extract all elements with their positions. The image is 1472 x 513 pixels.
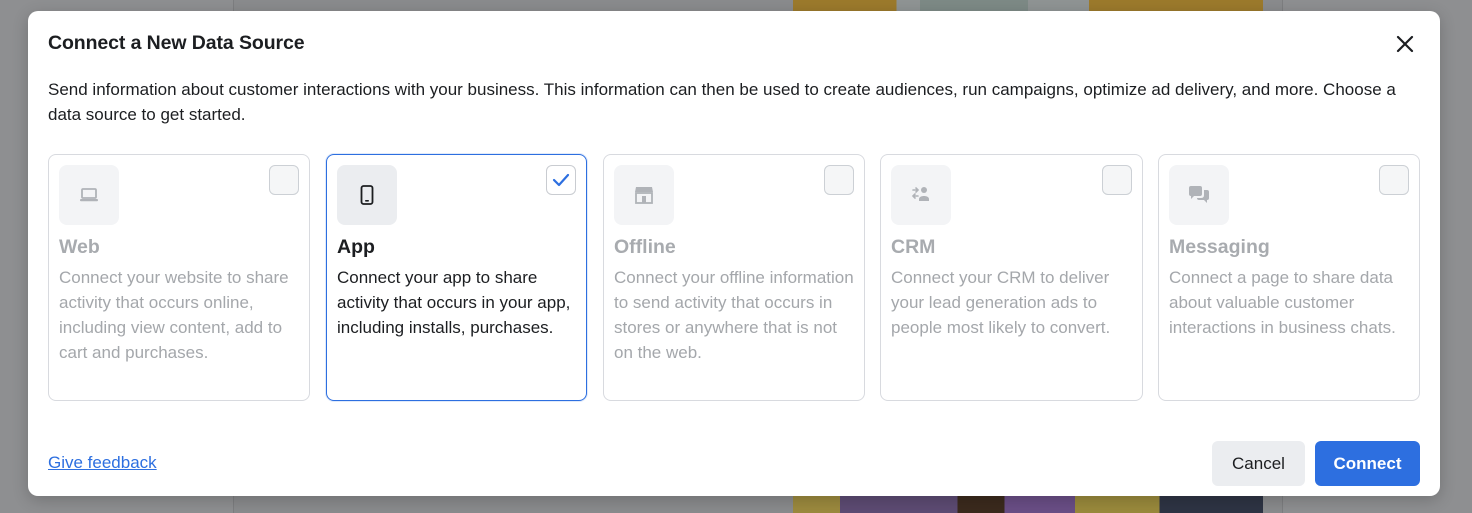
source-title: Offline [614, 236, 676, 258]
source-card-messaging[interactable]: Messaging Connect a page to share data a… [1158, 154, 1420, 401]
checkmark-icon [552, 173, 570, 187]
source-checkbox-crm[interactable] [1102, 165, 1132, 195]
source-title: Web [59, 236, 100, 258]
connect-data-source-dialog: Connect a New Data Source Send informati… [28, 11, 1440, 496]
source-card-app[interactable]: App Connect your app to share activity t… [326, 154, 587, 401]
card-icon-wrapper [59, 165, 119, 225]
dialog-title: Connect a New Data Source [48, 32, 305, 54]
source-description: Connect your CRM to deliver your lead ge… [891, 268, 1111, 337]
card-icon-wrapper [1169, 165, 1229, 225]
chat-bubbles-icon [1189, 186, 1209, 203]
people-sync-icon [911, 187, 929, 201]
source-description: Connect your website to share activity t… [59, 268, 289, 362]
source-description: Connect your app to share activity that … [337, 268, 571, 337]
source-card-offline[interactable]: Offline Connect your offline information… [603, 154, 865, 401]
source-description: Connect a page to share data about valua… [1169, 268, 1396, 337]
close-icon [1396, 35, 1414, 53]
give-feedback-link[interactable]: Give feedback [48, 453, 157, 473]
dialog-intro: Send information about customer interact… [48, 80, 1396, 124]
source-checkbox-offline[interactable] [824, 165, 854, 195]
close-button[interactable] [1390, 29, 1420, 59]
phone-icon [360, 185, 374, 205]
card-icon-wrapper [614, 165, 674, 225]
connect-button[interactable]: Connect [1315, 441, 1420, 486]
source-card-web[interactable]: Web Connect your website to share activi… [48, 154, 310, 401]
source-checkbox-messaging[interactable] [1379, 165, 1409, 195]
laptop-icon [80, 188, 98, 202]
source-title: CRM [891, 236, 936, 258]
source-checkbox-web[interactable] [269, 165, 299, 195]
card-icon-wrapper [337, 165, 397, 225]
cancel-button[interactable]: Cancel [1212, 441, 1305, 486]
source-card-crm[interactable]: CRM Connect your CRM to deliver your lea… [880, 154, 1143, 401]
source-description: Connect your offline information to send… [614, 268, 854, 362]
card-icon-wrapper [891, 165, 951, 225]
source-title: App [337, 236, 375, 258]
source-checkbox-app[interactable] [546, 165, 576, 195]
store-icon [635, 187, 653, 204]
source-title: Messaging [1169, 236, 1270, 258]
backdrop-image-bottom [793, 496, 1263, 513]
